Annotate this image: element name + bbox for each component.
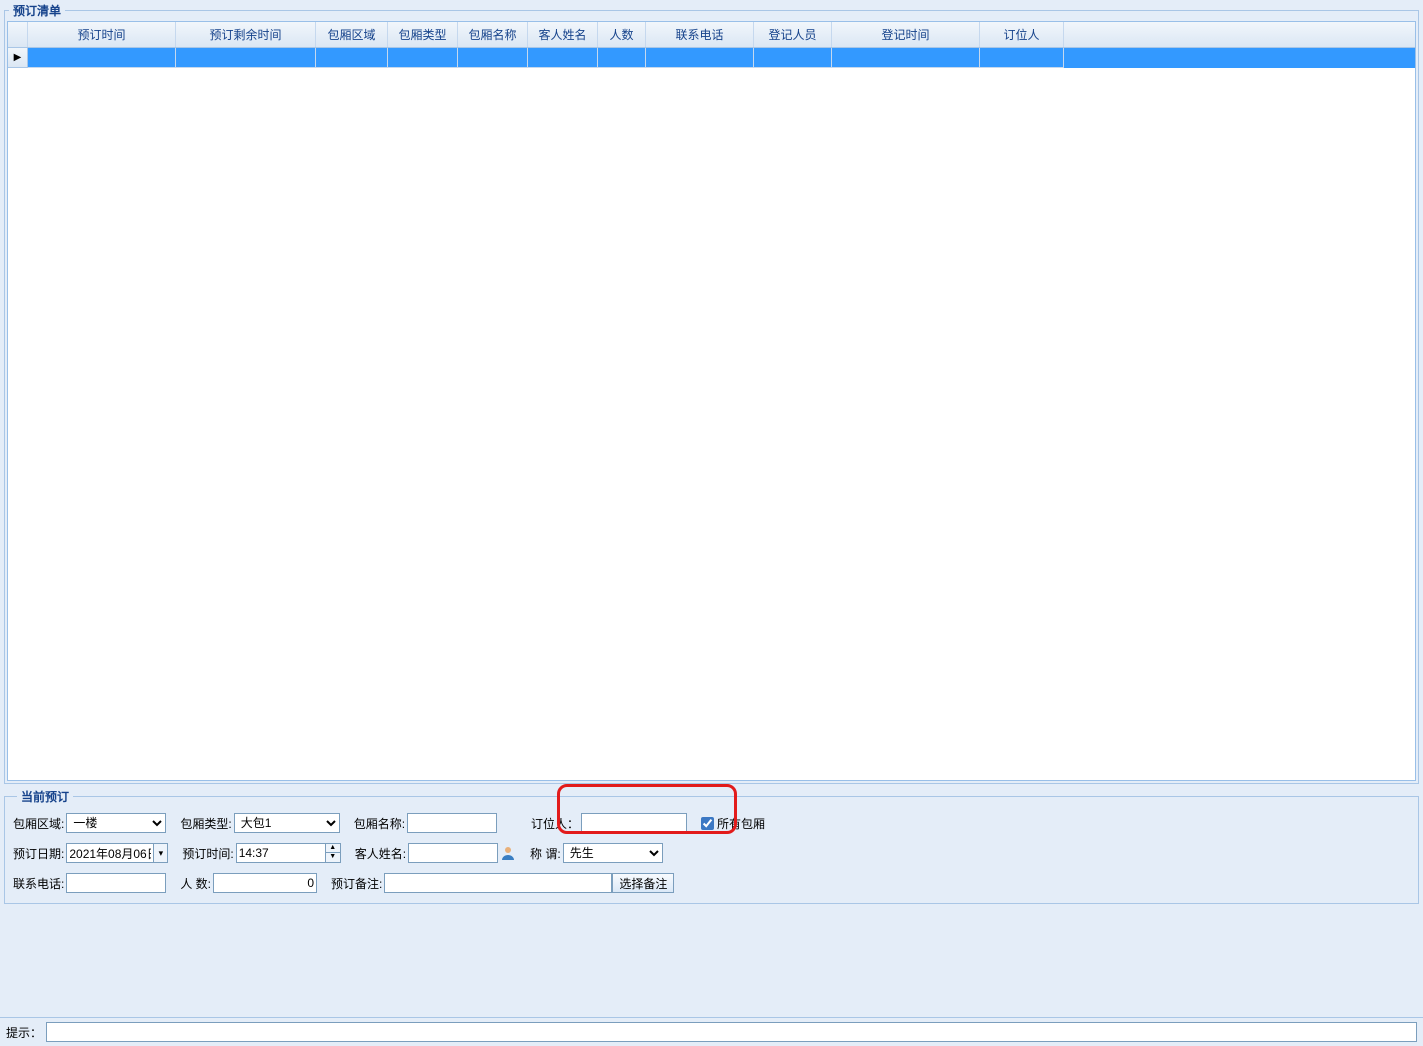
- col-people[interactable]: 人数: [598, 22, 646, 47]
- cell-area[interactable]: [316, 48, 388, 68]
- note-label: 预订备注:: [331, 875, 382, 892]
- phone-input[interactable]: [66, 873, 166, 893]
- all-rooms-label: 所有包厢: [717, 815, 765, 832]
- cell-book-time[interactable]: [28, 48, 176, 68]
- area-label: 包厢区域:: [13, 815, 64, 832]
- type-label: 包厢类型:: [180, 815, 231, 832]
- people-label: 人 数:: [180, 875, 211, 892]
- col-book-time[interactable]: 预订时间: [28, 22, 176, 47]
- form-row-2: 预订日期: ▾ 预订时间: ▲ ▼ 客人姓名:: [13, 843, 1410, 863]
- book-time-spinner[interactable]: ▲ ▼: [236, 843, 341, 863]
- spinner-up-icon[interactable]: ▲: [326, 844, 340, 853]
- col-area[interactable]: 包厢区域: [316, 22, 388, 47]
- guest-name-input[interactable]: [408, 843, 498, 863]
- current-reservation-panel: 当前预订 包厢区域: 一楼 包厢类型: 大包1 包厢名称: 订位人：: [4, 788, 1419, 904]
- select-note-button[interactable]: 选择备注: [612, 873, 674, 893]
- spinner-down-icon[interactable]: ▼: [326, 853, 340, 862]
- chevron-down-icon[interactable]: ▾: [153, 844, 167, 862]
- book-time-input[interactable]: [237, 844, 325, 862]
- phone-label: 联系电话:: [13, 875, 64, 892]
- cell-people[interactable]: [598, 48, 646, 68]
- reservation-list-title: 预订清单: [9, 2, 65, 19]
- cell-guest-name[interactable]: [528, 48, 598, 68]
- col-remaining-time[interactable]: 预订剩余时间: [176, 22, 316, 47]
- hint-label: 提示：: [6, 1024, 42, 1041]
- cell-type[interactable]: [388, 48, 458, 68]
- book-date-picker[interactable]: ▾: [66, 843, 168, 863]
- grid-header-row: 预订时间 预订剩余时间 包厢区域 包厢类型 包厢名称 客人姓名 人数 联系电话 …: [8, 22, 1415, 48]
- col-register-time[interactable]: 登记时间: [832, 22, 980, 47]
- booker-input[interactable]: [581, 813, 687, 833]
- title-label: 称 谓:: [530, 845, 561, 862]
- cell-booker[interactable]: [980, 48, 1064, 68]
- area-select[interactable]: 一楼: [66, 813, 166, 833]
- row-marker-icon: ▶: [8, 48, 28, 68]
- current-reservation-title: 当前预订: [17, 788, 73, 805]
- booker-label: 订位人：: [531, 815, 579, 832]
- book-date-label: 预订日期:: [13, 845, 64, 862]
- book-date-input[interactable]: [67, 844, 153, 862]
- col-registrar[interactable]: 登记人员: [754, 22, 832, 47]
- form-row-1: 包厢区域: 一楼 包厢类型: 大包1 包厢名称: 订位人：: [13, 813, 1410, 833]
- reservation-list-panel: 预订清单 预订时间 预订剩余时间 包厢区域 包厢类型 包厢名称 客人姓名 人数 …: [4, 2, 1419, 784]
- cell-remaining-time[interactable]: [176, 48, 316, 68]
- book-time-label: 预订时间:: [182, 845, 233, 862]
- guest-name-label: 客人姓名:: [355, 845, 406, 862]
- grid-corner: [8, 22, 28, 47]
- type-select[interactable]: 大包1: [234, 813, 340, 833]
- col-booker[interactable]: 订位人: [980, 22, 1064, 47]
- hint-bar: 提示：: [0, 1017, 1423, 1046]
- cell-phone[interactable]: [646, 48, 754, 68]
- reservation-grid[interactable]: 预订时间 预订剩余时间 包厢区域 包厢类型 包厢名称 客人姓名 人数 联系电话 …: [7, 21, 1416, 781]
- cell-register-time[interactable]: [832, 48, 980, 68]
- form-row-3: 联系电话: 人 数: 预订备注: 选择备注: [13, 873, 1410, 893]
- title-select[interactable]: 先生: [563, 843, 663, 863]
- table-row[interactable]: ▶: [8, 48, 1415, 68]
- people-input[interactable]: [213, 873, 317, 893]
- cell-room-name[interactable]: [458, 48, 528, 68]
- note-input[interactable]: [384, 873, 612, 893]
- person-icon[interactable]: [500, 845, 516, 861]
- hint-input[interactable]: [46, 1022, 1417, 1042]
- col-guest-name[interactable]: 客人姓名: [528, 22, 598, 47]
- room-name-input[interactable]: [407, 813, 497, 833]
- col-type[interactable]: 包厢类型: [388, 22, 458, 47]
- room-name-label: 包厢名称:: [354, 815, 405, 832]
- col-phone[interactable]: 联系电话: [646, 22, 754, 47]
- col-room-name[interactable]: 包厢名称: [458, 22, 528, 47]
- cell-registrar[interactable]: [754, 48, 832, 68]
- all-rooms-checkbox[interactable]: [701, 817, 714, 830]
